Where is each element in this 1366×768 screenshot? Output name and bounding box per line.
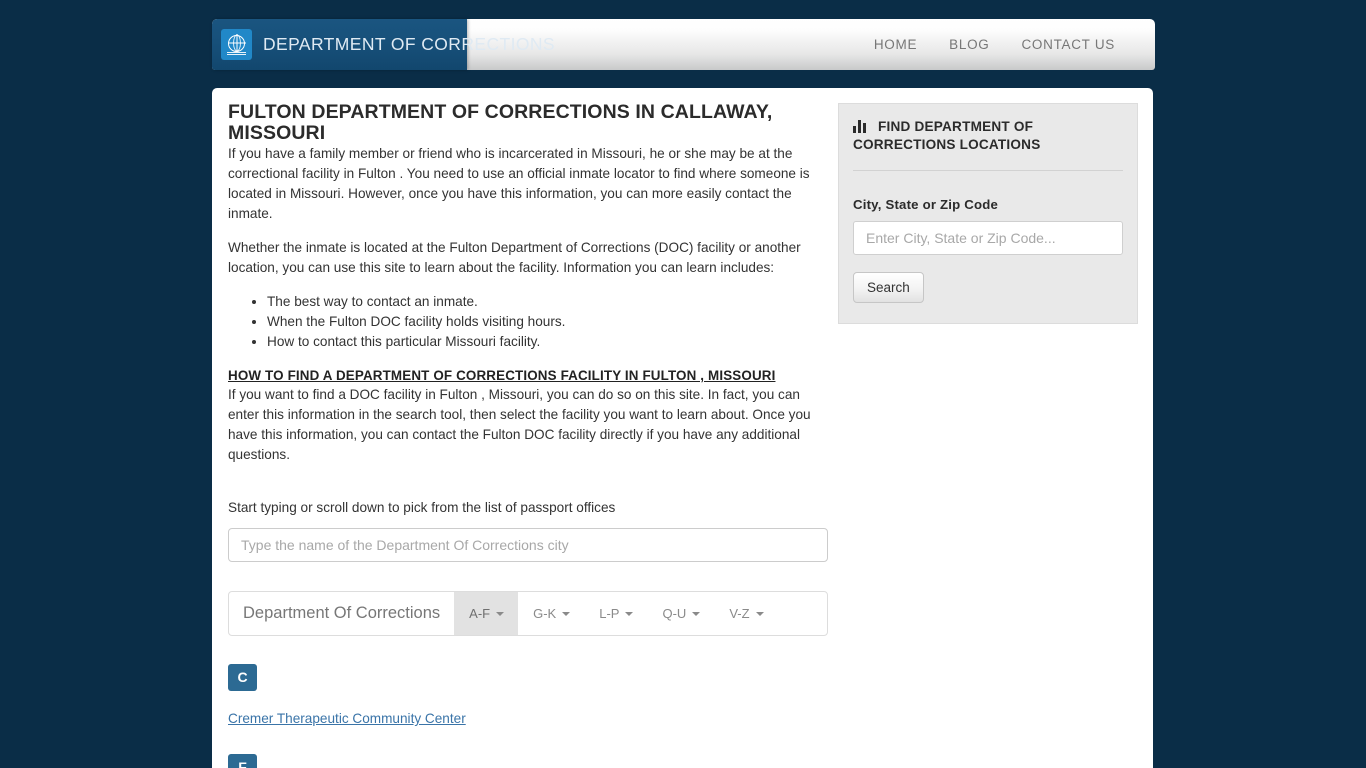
city-search-input[interactable] [228,528,828,562]
find-locations-widget: FIND DEPARTMENT OF CORRECTIONS LOCATIONS… [838,103,1138,324]
list-item: How to contact this particular Missouri … [267,332,830,352]
info-paragraph: Whether the inmate is located at the Ful… [228,240,801,275]
location-field-label: City, State or Zip Code [853,197,999,212]
page-title: FULTON DEPARTMENT OF CORRECTIONS IN CALL… [228,101,773,144]
tab-a-f-label: A-F [469,606,491,621]
nav-link-blog[interactable]: BLOG [933,37,1005,52]
city-input-helper-text: Start typing or scroll down to pick from… [228,500,616,515]
tab-g-k-label: G-K [533,606,557,621]
main-column: FULTON DEPARTMENT OF CORRECTIONS IN CALL… [228,102,830,768]
passport-globe-icon [221,29,252,60]
widget-divider [853,170,1123,171]
tab-a-f[interactable]: A-F [454,592,519,635]
tab-bar-label: Department Of Corrections [243,604,441,622]
letter-group-c: C Cremer Therapeutic Community Center [228,664,830,726]
tab-g-k[interactable]: G-K [518,592,584,635]
location-search-input[interactable] [853,221,1123,255]
tab-l-p[interactable]: L-P [584,592,647,635]
tab-v-z-label: V-Z [729,606,750,621]
how-to-find-paragraph: If you want to find a DOC facility in Fu… [228,387,811,462]
site-brand[interactable]: DEPARTMENT OF CORRECTIONS [212,19,555,70]
widget-header: FIND DEPARTMENT OF CORRECTIONS LOCATIONS [853,118,1123,154]
passport-lines-shape [227,52,246,56]
chevron-down-icon [496,611,505,616]
nav-link-home[interactable]: HOME [858,37,933,52]
chevron-down-icon [755,611,764,616]
bar-3 [863,123,866,133]
facility-link[interactable]: Cremer Therapeutic Community Center [228,711,830,726]
letter-badge-c: C [228,664,257,691]
bar-2 [858,120,861,133]
globe-band-shape [232,34,241,52]
list-item: When the Fulton DOC facility holds visit… [267,312,830,332]
page-root: HOME BLOG CONTACT US DEPARTMENT OF CORRE… [0,0,1366,768]
bar-chart-icon [853,120,868,133]
alphabet-tab-bar: Department Of Corrections A-F G-K L-P Q-… [228,591,828,636]
list-item: The best way to contact an inmate. [267,292,830,312]
search-button[interactable]: Search [853,272,924,303]
globe-shape [228,34,245,52]
how-to-find-heading: HOW TO FIND A DEPARTMENT OF CORRECTIONS … [228,368,776,383]
info-bullet-list: The best way to contact an inmate. When … [228,292,830,352]
tab-l-p-label: L-P [599,606,620,621]
chevron-down-icon [692,611,701,616]
chevron-down-icon [625,611,634,616]
letter-group-f: F Fulton Reception and Diagnostic Center [228,754,830,768]
nav-link-contact-us[interactable]: CONTACT US [1005,37,1131,52]
letter-badge-f: F [228,754,257,768]
primary-navigation: HOME BLOG CONTACT US [858,19,1155,70]
tab-q-u[interactable]: Q-U [647,592,714,635]
bar-1 [853,126,856,133]
content-container: FULTON DEPARTMENT OF CORRECTIONS IN CALL… [212,88,1153,768]
chevron-down-icon [562,611,571,616]
brand-title: DEPARTMENT OF CORRECTIONS [263,34,555,54]
widget-title: FIND DEPARTMENT OF CORRECTIONS LOCATIONS [853,119,1041,152]
intro-paragraph: If you have a family member or friend wh… [228,146,810,221]
tab-v-z[interactable]: V-Z [714,592,777,635]
tab-q-u-label: Q-U [662,606,687,621]
